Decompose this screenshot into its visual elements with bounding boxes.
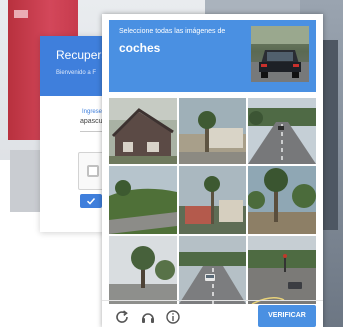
grid-tile-road-cars[interactable] bbox=[248, 98, 316, 164]
recaptcha-checkbox[interactable] bbox=[87, 165, 99, 177]
sample-car-image bbox=[251, 26, 309, 82]
check-icon bbox=[86, 197, 96, 205]
login-submit-button[interactable] bbox=[80, 194, 102, 208]
challenge-target-word: coches bbox=[119, 41, 161, 55]
verify-button[interactable]: VERIFICAR bbox=[258, 305, 316, 327]
grid-tile-palm-house[interactable] bbox=[179, 98, 246, 164]
grid-tile-palm-trees[interactable] bbox=[248, 166, 316, 234]
recaptcha-challenge: Seleccione todas las imágenes de coches bbox=[102, 14, 323, 327]
grid-tile-tree-road[interactable] bbox=[109, 236, 177, 304]
grid-tile-palm-street[interactable] bbox=[179, 166, 246, 234]
image-grid bbox=[109, 98, 316, 304]
grid-tile-grass-hill[interactable] bbox=[109, 166, 177, 234]
challenge-footer: VERIFICAR bbox=[102, 300, 323, 327]
grid-tile-intersection-car[interactable] bbox=[179, 236, 246, 304]
challenge-header: Seleccione todas las imágenes de coches bbox=[109, 20, 316, 92]
login-field-label: Ingrese bbox=[82, 109, 103, 115]
reload-icon[interactable] bbox=[114, 309, 130, 325]
challenge-instruction: Seleccione todas las imágenes de bbox=[119, 28, 226, 35]
info-icon[interactable] bbox=[165, 309, 181, 325]
grid-tile-house-roof[interactable] bbox=[109, 98, 177, 164]
grid-tile-street-car[interactable] bbox=[248, 236, 316, 304]
audio-icon[interactable] bbox=[140, 309, 156, 325]
background-window bbox=[14, 10, 28, 18]
